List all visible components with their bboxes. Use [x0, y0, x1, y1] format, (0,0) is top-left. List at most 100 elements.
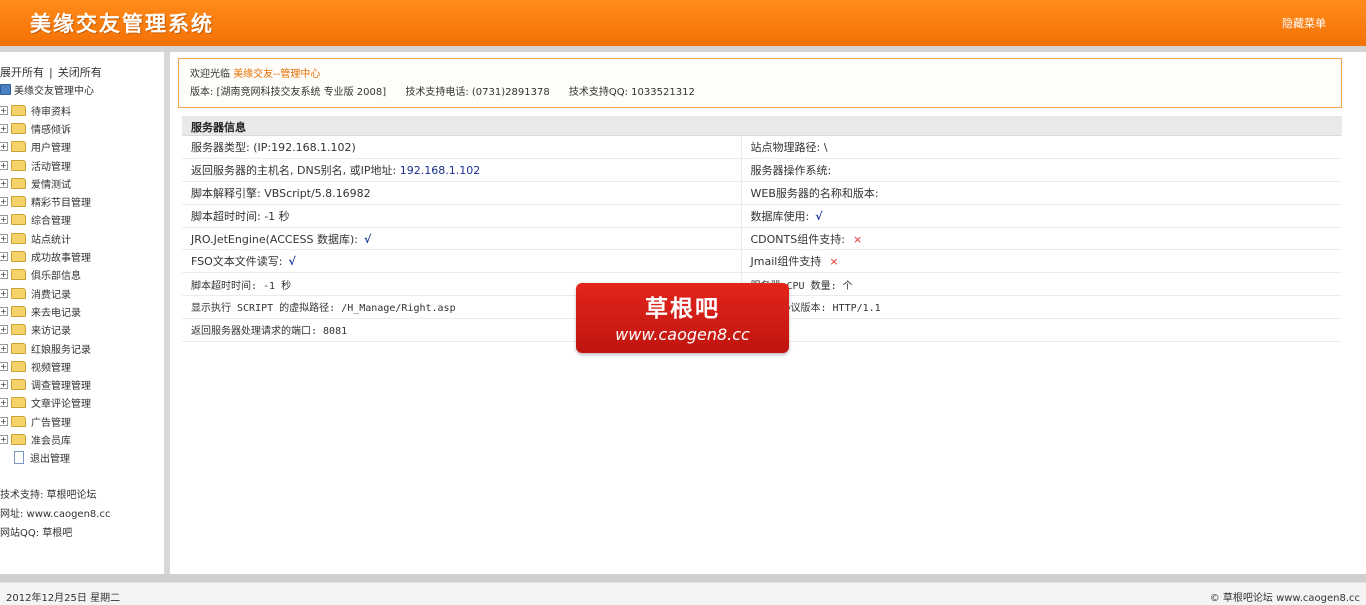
jro-cell: JRO.JetEngine(ACCESS 数据库): √ [182, 227, 742, 251]
tree-item-visits[interactable]: + 来访记录 [0, 321, 164, 339]
os-cell: 服务器操作系统: [741, 158, 1342, 183]
date-text: 2012年12月25日 星期二 [6, 593, 121, 604]
check-icon: √ [815, 209, 823, 223]
folder-icon [11, 305, 26, 317]
expand-plus-icon[interactable]: + [0, 343, 8, 353]
expand-plus-icon[interactable]: + [0, 252, 8, 262]
tree-item-label: 俱乐部信息 [31, 271, 81, 283]
tree-items: + 待审资料 + 情感倾诉 + 用户管理 + 活动管理 + 爱情测试 + 精彩节目管理 + 综… [0, 101, 164, 467]
tree-item-love-test[interactable]: + 爱情测试 [0, 174, 164, 192]
support-qq-text: 技术支持QQ: 1033521312 [568, 87, 695, 98]
folder-icon [11, 379, 26, 391]
welcome-prefix: 欢迎光临 [190, 69, 230, 80]
tree-item-general[interactable]: + 综合管理 [0, 211, 164, 229]
expand-plus-icon[interactable]: + [0, 123, 8, 133]
jro-label: JRO.JetEngine(ACCESS 数据库): [191, 232, 359, 246]
status-footer: 2012年12月25日 星期二 © 草根吧论坛 www.caogen8.cc [0, 582, 1366, 605]
expand-plus-icon[interactable]: + [0, 380, 8, 390]
expand-plus-icon[interactable]: + [0, 197, 8, 207]
tree-item-comments[interactable]: + 文章评论管理 [0, 394, 164, 412]
tree-item-label: 广告管理 [31, 417, 71, 429]
tree-item-matchmaker[interactable]: + 红娘服务记录 [0, 339, 164, 357]
version-line: 版本: [湖南竞网科技交友系统 专业版 2008] 技术支持电话: (0731)… [190, 84, 1341, 102]
table-row: JRO.JetEngine(ACCESS 数据库): √ CDONTS组件支持: × [182, 227, 1342, 251]
expand-plus-icon[interactable]: + [0, 142, 8, 152]
tree-item-statistics[interactable]: + 站点统计 [0, 229, 164, 247]
tree-item-label: 视频管理 [31, 362, 71, 374]
copyright-text: © 草根吧论坛 www.caogen8.cc [1209, 593, 1360, 604]
tree-item-activities[interactable]: + 活动管理 [0, 156, 164, 174]
expand-all-link[interactable]: 展开所有 [0, 66, 44, 79]
expand-plus-icon[interactable]: + [0, 178, 8, 188]
tree-item-success-stories[interactable]: + 成功故事管理 [0, 247, 164, 265]
tree-item-label: 活动管理 [31, 161, 71, 173]
expand-plus-icon[interactable]: + [0, 270, 8, 280]
cpu-count-cell: 服务器 CPU 数量: 个 [741, 272, 1342, 297]
tree-item-label: 退出管理 [30, 454, 70, 466]
tree-item-label: 综合管理 [31, 216, 71, 228]
script-engine-cell: 脚本解释引擎: VBScript/5.8.16982 [182, 181, 742, 205]
expand-plus-icon[interactable]: + [0, 416, 8, 426]
tree-item-confessions[interactable]: + 情感倾诉 [0, 119, 164, 137]
tree-item-prospective-members[interactable]: + 准会员库 [0, 430, 164, 448]
version-text: 版本: [湖南竞网科技交友系统 专业版 2008] [190, 87, 387, 98]
folder-icon [11, 104, 26, 116]
jmail-label: Jmail组件支持 [750, 255, 822, 269]
tree-item-club-info[interactable]: + 俱乐部信息 [0, 266, 164, 284]
folder-icon [11, 196, 26, 208]
tree-item-ads[interactable]: + 广告管理 [0, 412, 164, 430]
fso-label: FSO文本文件读写: [191, 255, 283, 269]
tree-item-label: 调查管理管理 [31, 381, 91, 393]
tree-item-label: 情感倾诉 [31, 124, 71, 136]
check-icon: √ [364, 232, 372, 246]
tree-item-calls[interactable]: + 来去电记录 [0, 302, 164, 320]
folder-icon [11, 214, 26, 226]
tree-item-programs[interactable]: + 精彩节目管理 [0, 192, 164, 210]
folder-icon [11, 141, 26, 153]
expand-plus-icon[interactable]: + [0, 105, 8, 115]
tree-item-label: 来去电记录 [31, 307, 81, 319]
expand-bar: 展开所有 | 关闭所有 [0, 64, 102, 80]
tree-item-logout[interactable]: 退出管理 [0, 449, 164, 467]
table-row: 脚本超时时间: -1 秒 数据库使用: √ [182, 204, 1342, 228]
collapse-all-link[interactable]: 关闭所有 [58, 66, 102, 79]
hostname-value: 192.168.1.102 [399, 164, 481, 178]
tree-item-label: 准会员库 [31, 435, 71, 447]
expand-plus-icon[interactable]: + [0, 160, 8, 170]
tree-item-consumption[interactable]: + 消费记录 [0, 284, 164, 302]
watermark-name: 草根吧 [645, 296, 720, 322]
welcome-center-link[interactable]: 美缘交友--管理中心 [233, 69, 320, 80]
tree-root[interactable]: 美缘交友管理中心 [0, 82, 94, 97]
tree-item-surveys[interactable]: + 调查管理管理 [0, 375, 164, 393]
cross-icon: × [852, 232, 863, 246]
check-icon: √ [288, 255, 296, 269]
folder-icon [11, 251, 26, 263]
tree-item-users[interactable]: + 用户管理 [0, 138, 164, 156]
expand-plus-icon[interactable]: + [0, 398, 8, 408]
tree-item-label: 红娘服务记录 [31, 344, 91, 356]
hide-menu-link[interactable]: 隐藏菜单 [1282, 15, 1326, 31]
website-text: 网址: www.caogen8.cc [0, 509, 111, 520]
sidebar: 展开所有 | 关闭所有 美缘交友管理中心 + 待审资料 + 情感倾诉 + 用户管理 + 活动… [0, 52, 164, 574]
expand-plus-icon[interactable]: + [0, 233, 8, 243]
folder-icon [11, 415, 26, 427]
welcome-line: 欢迎光临 美缘交友--管理中心 [190, 66, 1341, 84]
physical-path-cell: 站点物理路径: \ [741, 136, 1342, 160]
tree-root-label: 美缘交友管理中心 [14, 86, 94, 97]
expand-separator: | [49, 66, 53, 79]
expand-plus-icon[interactable]: + [0, 434, 8, 444]
fso-cell: FSO文本文件读写: √ [182, 249, 742, 274]
expand-plus-icon[interactable]: + [0, 325, 8, 335]
database-cell: 数据库使用: √ [741, 204, 1342, 228]
empty-cell [741, 318, 1342, 342]
welcome-box: 欢迎光临 美缘交友--管理中心 版本: [湖南竞网科技交友系统 专业版 2008… [178, 58, 1342, 108]
expand-plus-icon[interactable]: + [0, 306, 8, 316]
expand-plus-icon[interactable]: + [0, 361, 8, 371]
sidebar-footer: 技术支持: 草根吧论坛 网址: www.caogen8.cc 网站QQ: 草根吧 [0, 486, 110, 543]
expand-plus-icon[interactable]: + [0, 288, 8, 298]
server-info-title: 服务器信息 [182, 116, 1342, 136]
expand-plus-icon[interactable]: + [0, 215, 8, 225]
tree-item-pending-profiles[interactable]: + 待审资料 [0, 101, 164, 119]
tree-item-video[interactable]: + 视频管理 [0, 357, 164, 375]
folder-icon [11, 342, 26, 354]
